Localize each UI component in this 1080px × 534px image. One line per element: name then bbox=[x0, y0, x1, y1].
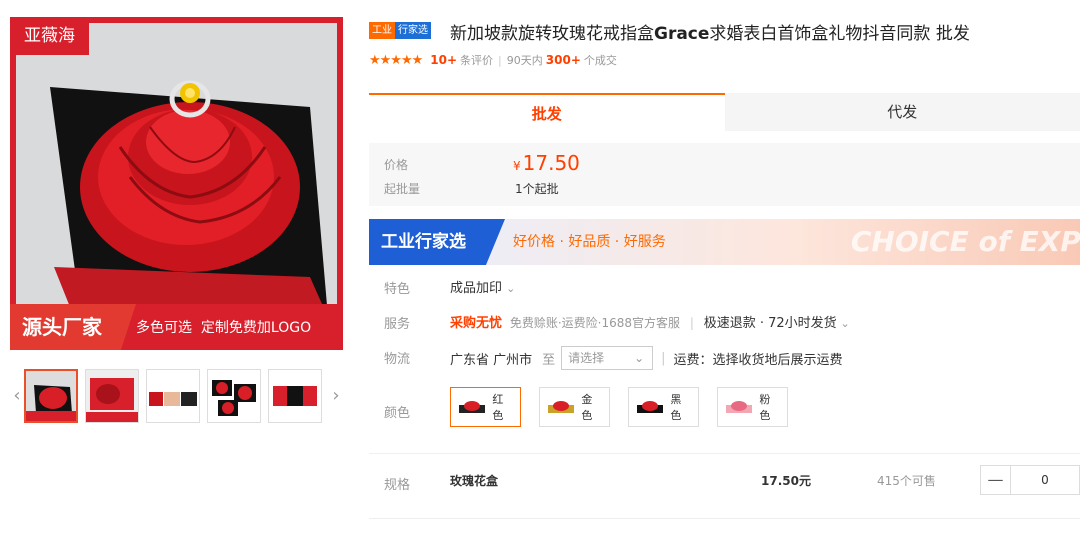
thumbnail-2[interactable] bbox=[85, 369, 139, 423]
sales-count: 300+ bbox=[545, 53, 581, 67]
price-label: 价格 bbox=[384, 158, 409, 172]
product-title: 新加坡款旋转玫瑰花戒指盒Grace求婚表白首饰盒礼物抖音同款 批发 bbox=[450, 19, 970, 44]
color-option-label: 粉色 bbox=[759, 393, 771, 422]
moq-value: 1个起批 bbox=[515, 182, 559, 196]
thumb-next-arrow[interactable]: › bbox=[329, 368, 343, 424]
divider: | bbox=[498, 53, 502, 67]
color-swatch-gold bbox=[546, 397, 576, 417]
tab-wholesale[interactable]: 批发 bbox=[369, 93, 725, 131]
title-part-1: 新加坡款旋转玫瑰花戒指盒 bbox=[450, 24, 654, 44]
rating-row: ★★★★★ 10+ 条评价 | 90天内 300+ 个成交 bbox=[369, 52, 617, 68]
spec-price: 17.50元 bbox=[761, 474, 811, 488]
industry-choice-tag: 工业行家选 bbox=[369, 219, 505, 265]
chevron-down-icon: ⌄ bbox=[506, 282, 516, 295]
main-product-image[interactable]: 亚薇海 源头厂家 多色可选 定制免费加LOGO bbox=[10, 17, 343, 350]
feature-label: 特色 bbox=[384, 282, 411, 297]
freight-info: 运费：选择收货地后展示运费 bbox=[673, 352, 843, 368]
thumb-prev-arrow[interactable]: ‹ bbox=[10, 368, 24, 424]
color-option-pink[interactable]: 粉色 bbox=[717, 387, 788, 427]
color-option-label: 黑色 bbox=[670, 393, 682, 422]
spec-name: 玫瑰花盒 bbox=[450, 474, 499, 488]
sales-period: 90天内 bbox=[506, 54, 543, 67]
choice-watermark: CHOICE of EXPE bbox=[850, 225, 1080, 258]
price-value: ¥17.50 bbox=[513, 151, 580, 175]
divider: | bbox=[689, 316, 694, 330]
promo-banner: 源头厂家 多色可选 定制免费加LOGO bbox=[10, 304, 343, 350]
color-swatch-red bbox=[457, 397, 487, 417]
badge-expert: 行家选 bbox=[395, 22, 431, 39]
color-option-red[interactable]: 红色 bbox=[450, 387, 521, 427]
review-label: 条评价 bbox=[460, 54, 494, 67]
service-label: 服务 bbox=[384, 317, 411, 332]
currency-symbol: ¥ bbox=[513, 159, 521, 173]
badge-industry: 工业 bbox=[369, 22, 395, 39]
service-fast[interactable]: 极速退款 · 72小时发货 bbox=[704, 316, 837, 331]
chevron-down-icon: ⌄ bbox=[634, 351, 645, 365]
minus-button[interactable]: — bbox=[981, 466, 1011, 494]
industry-badge: 工业 行家选 bbox=[369, 22, 431, 39]
purchase-tabs: 批发 代发 bbox=[369, 93, 1080, 131]
thumbnail-strip: ‹ › bbox=[10, 368, 343, 424]
chevron-down-icon[interactable]: ⌄ bbox=[841, 317, 850, 330]
color-label: 颜色 bbox=[384, 406, 411, 421]
logistics-to: 至 bbox=[542, 352, 556, 368]
spec-stock: 415个可售 bbox=[877, 474, 936, 488]
feature-value: 成品加印 bbox=[450, 281, 503, 296]
thumb-boxes-icon bbox=[147, 370, 199, 422]
price-box: 价格 ¥17.50 起批量 1个起批 bbox=[369, 143, 1080, 206]
feature-dropdown[interactable]: 成品加印 ⌄ bbox=[450, 277, 515, 296]
spec-label: 规格 bbox=[384, 478, 411, 493]
brand-ribbon: 亚薇海 bbox=[10, 17, 89, 55]
color-option-label: 金色 bbox=[581, 393, 593, 422]
service-row: 采购无忧 免费赊账·运费险·1688官方客服 | 极速退款 · 72小时发货 ⌄ bbox=[450, 312, 850, 331]
tab-dropship[interactable]: 代发 bbox=[724, 93, 1080, 131]
destination-select[interactable]: 请选择 ⌄ bbox=[561, 346, 654, 370]
logistics-label: 物流 bbox=[384, 352, 411, 367]
quantity-stepper: — 0 bbox=[980, 465, 1080, 495]
color-swatch-pink bbox=[724, 397, 754, 417]
sales-label: 个成交 bbox=[583, 54, 617, 67]
moq-label: 起批量 bbox=[384, 182, 421, 196]
quantity-input[interactable]: 0 bbox=[1011, 473, 1079, 487]
thumbnail-5[interactable] bbox=[268, 369, 322, 423]
thumb-box-icon bbox=[269, 370, 321, 422]
star-rating-icon: ★★★★★ bbox=[369, 52, 423, 68]
thumbnail-4[interactable] bbox=[207, 369, 261, 423]
review-count[interactable]: 10+ bbox=[430, 53, 457, 67]
logistics-row: 广东省 广州市 至 请选择 ⌄ | 运费：选择收货地后展示运费 bbox=[450, 346, 843, 370]
banner-sub-text: 多色可选 定制免费加LOGO bbox=[136, 320, 312, 336]
banner-main-text: 源头厂家 bbox=[10, 304, 136, 350]
divider: | bbox=[661, 350, 666, 366]
service-highlight: 采购无忧 bbox=[450, 316, 503, 331]
service-items: 免费赊账·运费险·1688官方客服 bbox=[509, 316, 681, 330]
industry-choice-bar: 工业行家选 好价格 · 好品质 · 好服务 CHOICE of EXPE bbox=[369, 219, 1080, 265]
thumb-rose-icon bbox=[26, 371, 76, 421]
select-placeholder: 请选择 bbox=[568, 351, 605, 365]
thumb-roses-icon bbox=[208, 370, 260, 422]
thumbnail-3[interactable] bbox=[146, 369, 200, 423]
industry-slogan: 好价格 · 好品质 · 好服务 bbox=[513, 234, 666, 250]
color-option-black[interactable]: 黑色 bbox=[628, 387, 699, 427]
color-option-gold[interactable]: 金色 bbox=[539, 387, 610, 427]
title-part-2: Grace bbox=[654, 24, 710, 44]
price-amount: 17.50 bbox=[522, 151, 580, 175]
logistics-origin: 广东省 广州市 bbox=[450, 352, 533, 368]
title-part-3: 求婚表白首饰盒礼物抖音同款 批发 bbox=[709, 24, 970, 44]
color-swatch-black bbox=[635, 397, 665, 417]
thumbnail-1[interactable] bbox=[24, 369, 78, 423]
color-option-label: 红色 bbox=[492, 393, 504, 422]
thumb-rose-icon bbox=[86, 370, 138, 422]
